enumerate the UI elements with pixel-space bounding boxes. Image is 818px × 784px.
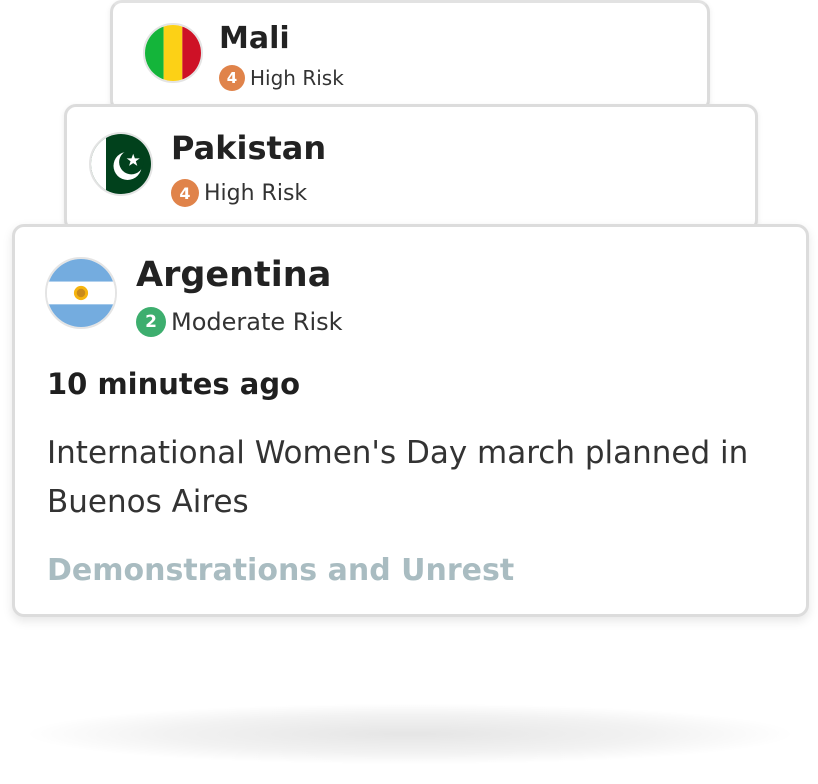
risk-rating: 2 Moderate Risk xyxy=(136,307,343,337)
alert-card-pakistan[interactable]: Pakistan 4 High Risk xyxy=(64,104,758,232)
risk-level-badge: 2 xyxy=(136,307,166,337)
risk-rating: 4 High Risk xyxy=(171,179,307,207)
risk-rating: 4 High Risk xyxy=(219,65,344,91)
country-name: Mali xyxy=(219,21,290,56)
risk-label: High Risk xyxy=(250,66,344,90)
alert-category[interactable]: Demonstrations and Unrest xyxy=(47,553,514,588)
stack-shadow xyxy=(30,704,790,764)
alert-card-stack: Mali 4 High Risk Pakistan 4 High Risk Ar… xyxy=(0,0,818,784)
argentina-flag-icon xyxy=(45,257,117,329)
risk-label: High Risk xyxy=(204,180,308,206)
alert-description: International Women's Day march planned … xyxy=(47,435,749,520)
pakistan-flag-icon xyxy=(89,132,153,196)
mali-flag-icon xyxy=(143,23,203,83)
risk-label: Moderate Risk xyxy=(171,308,343,336)
country-name: Argentina xyxy=(136,255,332,295)
alert-card-mali[interactable]: Mali 4 High Risk xyxy=(110,0,710,112)
alert-timestamp: 10 minutes ago xyxy=(47,367,301,401)
country-name: Pakistan xyxy=(171,129,327,167)
risk-level-badge: 4 xyxy=(171,179,199,207)
alert-card-argentina[interactable]: Argentina 2 Moderate Risk 10 minutes ago… xyxy=(12,224,809,617)
risk-level-badge: 4 xyxy=(219,65,245,91)
